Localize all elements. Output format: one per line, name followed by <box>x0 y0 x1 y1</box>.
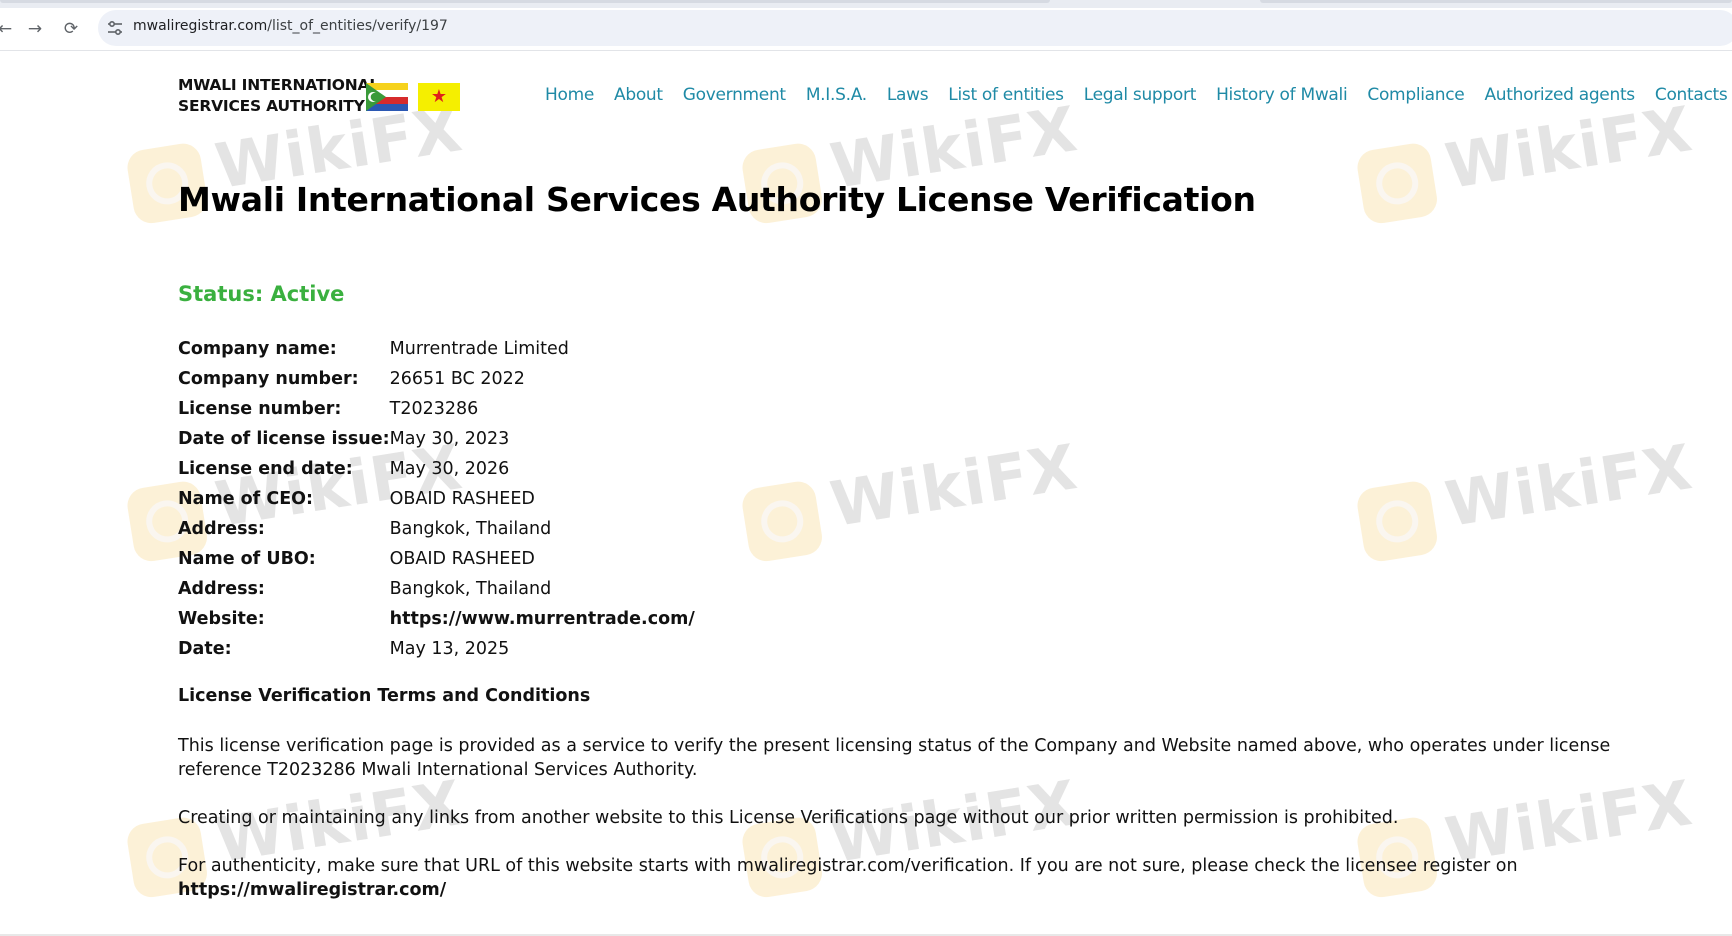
terms-paragraph-1: This license verification page is provid… <box>178 736 1611 780</box>
detail-value: May 13, 2025 <box>389 639 510 659</box>
url-host: mwaliregistrar.com <box>133 18 268 34</box>
watermark-text: WikiFX <box>1440 430 1698 542</box>
detail-label: License end date: <box>178 459 353 479</box>
detail-row: Address: Bangkok, Thailand <box>178 514 695 544</box>
watermark-text: WikiFX <box>1440 92 1698 204</box>
detail-row: Date of license issue: May 30, 2023 <box>178 424 695 454</box>
nav-about[interactable]: About <box>614 85 663 105</box>
register-link[interactable]: https://mwaliregistrar.com/ <box>178 880 446 900</box>
nav-contacts[interactable]: Contacts <box>1655 85 1728 105</box>
detail-value: Bangkok, Thailand <box>389 579 552 599</box>
watermark: WikiFX <box>1352 86 1697 233</box>
watermark-logo-icon <box>1354 141 1440 226</box>
detail-label: Address: <box>178 579 265 599</box>
detail-row: Company name: Murrentrade Limited <box>178 334 695 364</box>
page-title: Mwali International Services Authority L… <box>178 180 1256 219</box>
comoros-flag-icon <box>366 83 408 111</box>
logo-line-1: MWALI INTERNATIONAL <box>178 76 380 94</box>
detail-value: 26651 BC 2022 <box>389 369 525 389</box>
nav-laws[interactable]: Laws <box>887 85 929 105</box>
nav-legal-support[interactable]: Legal support <box>1084 85 1197 105</box>
detail-label: Name of UBO: <box>178 549 316 569</box>
nav-government[interactable]: Government <box>683 85 786 105</box>
mwali-flag-icon: ★ <box>418 83 460 111</box>
detail-label: Date of license issue: <box>178 429 390 449</box>
detail-label: Name of CEO: <box>178 489 314 509</box>
detail-row: Website: https://www.murrentrade.com/ <box>178 604 695 634</box>
site-logo[interactable]: MWALI INTERNATIONAL SERVICES AUTHORITY ★ <box>178 75 460 117</box>
forward-icon[interactable]: → <box>22 16 48 42</box>
detail-value: Murrentrade Limited <box>389 339 569 359</box>
detail-value: T2023286 <box>389 399 479 419</box>
terms-paragraph-3-text: For authenticity, make sure that URL of … <box>178 856 1518 876</box>
back-icon[interactable]: ← <box>0 16 18 42</box>
main-nav: Home About Government M.I.S.A. Laws List… <box>545 85 1728 105</box>
tab-strip <box>0 0 1732 8</box>
browser-toolbar: ← → ⟳ mwaliregistrar.com/list_of_entitie… <box>0 8 1732 51</box>
logo-line-2: SERVICES AUTHORITY <box>178 97 365 115</box>
url-path: /list_of_entities/verify/197 <box>267 18 448 34</box>
watermark-logo-icon <box>739 479 825 564</box>
license-details-table: Company name: Murrentrade Limited Company… <box>178 334 695 664</box>
status-badge: Status: Active <box>178 282 345 306</box>
detail-value: May 30, 2026 <box>389 459 510 479</box>
detail-row: License end date: May 30, 2026 <box>178 454 695 484</box>
detail-label: Company name: <box>178 339 337 359</box>
website-link[interactable]: https://www.murrentrade.com/ <box>390 604 695 634</box>
nav-history-of-mwali[interactable]: History of Mwali <box>1216 85 1348 105</box>
detail-row: Company number: 26651 BC 2022 <box>178 364 695 394</box>
watermark: WikiFX <box>1352 424 1697 571</box>
detail-row: Date: May 13, 2025 <box>178 634 695 664</box>
nav-list-of-entities[interactable]: List of entities <box>948 85 1064 105</box>
detail-value: OBAID RASHEED <box>389 489 535 509</box>
terms-paragraph-2: Creating or maintaining any links from a… <box>178 808 1399 828</box>
terms-heading: License Verification Terms and Condition… <box>178 686 591 706</box>
watermark: WikiFX <box>737 424 1082 571</box>
nav-compliance[interactable]: Compliance <box>1367 85 1464 105</box>
detail-value: Bangkok, Thailand <box>389 519 552 539</box>
watermark-logo-icon <box>1354 479 1440 564</box>
detail-label: Website: <box>178 609 265 629</box>
flag-star-icon: ★ <box>430 86 448 107</box>
detail-row: Name of CEO: OBAID RASHEED <box>178 484 695 514</box>
tab-edge <box>1260 0 1732 3</box>
detail-label: Date: <box>178 639 232 659</box>
detail-label: Company number: <box>178 369 359 389</box>
nav-authorized-agents[interactable]: Authorized agents <box>1484 85 1635 105</box>
address-bar[interactable]: mwaliregistrar.com/list_of_entities/veri… <box>98 10 1732 46</box>
url-text[interactable]: mwaliregistrar.com/list_of_entities/veri… <box>133 18 448 34</box>
tab-edge <box>0 0 1050 3</box>
terms-paragraph-3: For authenticity, make sure that URL of … <box>178 854 1648 902</box>
site-info-icon[interactable] <box>106 19 124 37</box>
nav-home[interactable]: Home <box>545 85 594 105</box>
detail-value: May 30, 2023 <box>389 429 510 449</box>
detail-label: Address: <box>178 519 265 539</box>
watermark-text: WikiFX <box>825 430 1083 542</box>
detail-label: License number: <box>178 399 342 419</box>
reload-icon[interactable]: ⟳ <box>58 16 84 42</box>
detail-row: Name of UBO: OBAID RASHEED <box>178 544 695 574</box>
nav-misa[interactable]: M.I.S.A. <box>806 85 867 105</box>
detail-row: License number: T2023286 <box>178 394 695 424</box>
detail-value: OBAID RASHEED <box>389 549 535 569</box>
detail-row: Address: Bangkok, Thailand <box>178 574 695 604</box>
